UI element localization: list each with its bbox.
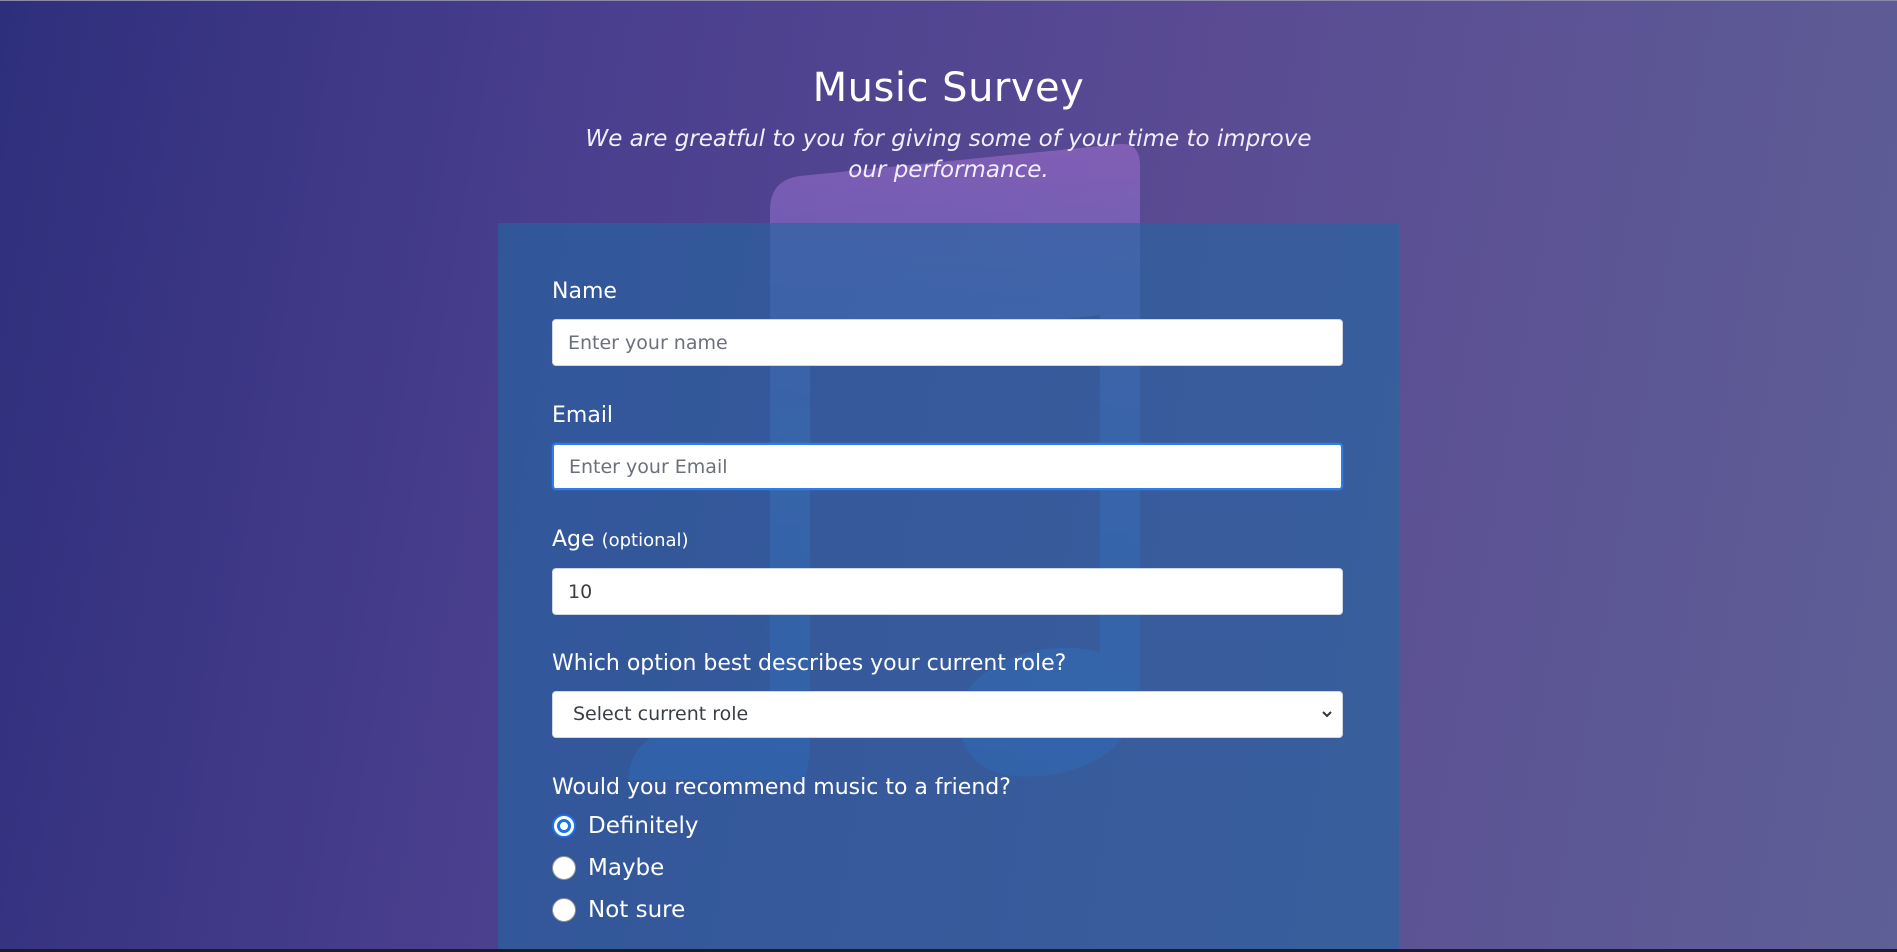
- age-optional-text: (optional): [601, 530, 689, 551]
- role-select[interactable]: Select current role: [552, 691, 1343, 738]
- age-label-text: Age: [552, 527, 595, 552]
- page-description: We are greatful to you for giving some o…: [585, 126, 1312, 183]
- recommend-label: Would you recommend music to a friend?: [552, 775, 1011, 800]
- recommend-group: Would you recommend music to a friend? D…: [552, 773, 1343, 931]
- age-label: Age (optional): [552, 525, 1343, 556]
- age-input[interactable]: [552, 568, 1343, 615]
- survey-header: Music Survey We are greatful to you for …: [0, 60, 1897, 186]
- email-group: Email: [552, 401, 1343, 490]
- name-input[interactable]: [552, 319, 1343, 366]
- radio-option-not-sure[interactable]: Not sure: [552, 889, 1343, 931]
- page-title: Music Survey: [812, 65, 1085, 111]
- radio-option-definitely[interactable]: Definitely: [552, 805, 1343, 847]
- survey-form: Name Email Age (optional) Which option b…: [498, 223, 1399, 952]
- window-top-edge: [0, 0, 1897, 1]
- recommend-options: Definitely Maybe Not sure: [552, 805, 1343, 931]
- name-label: Name: [552, 279, 617, 304]
- chevron-down-icon: [1322, 711, 1332, 718]
- role-label: Which option best describes your current…: [552, 651, 1067, 676]
- radio-button-definitely[interactable]: [552, 814, 576, 838]
- age-group: Age (optional): [552, 525, 1343, 615]
- role-select-value[interactable]: Select current role: [552, 691, 1343, 738]
- radio-button-maybe[interactable]: [552, 856, 576, 880]
- email-label: Email: [552, 403, 614, 428]
- email-input[interactable]: [552, 443, 1343, 490]
- radio-button-not-sure[interactable]: [552, 898, 576, 922]
- radio-label-maybe: Maybe: [588, 855, 665, 881]
- radio-label-definitely: Definitely: [588, 813, 699, 839]
- role-group: Which option best describes your current…: [552, 649, 1343, 738]
- radio-label-not-sure: Not sure: [588, 897, 686, 923]
- radio-option-maybe[interactable]: Maybe: [552, 847, 1343, 889]
- name-group: Name: [552, 277, 1343, 366]
